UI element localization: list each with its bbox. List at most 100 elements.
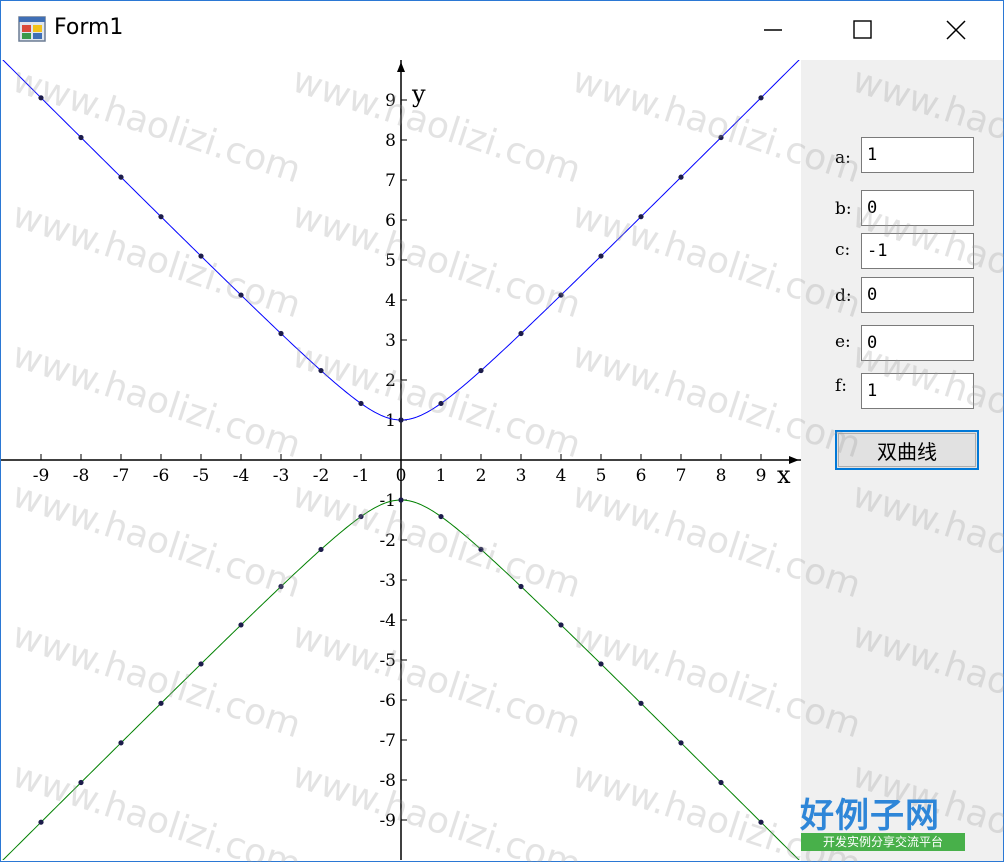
data-point xyxy=(518,330,524,337)
x-tick-label: -6 xyxy=(153,466,170,486)
param-label-b: b: xyxy=(835,199,852,219)
data-point xyxy=(118,174,124,180)
y-tick-label: -8 xyxy=(379,771,396,791)
data-point xyxy=(158,214,164,220)
parameter-panel: a: 1 b: 0 c: -1 d: 0 e: 0 f: 1 双曲线 xyxy=(801,60,1003,861)
x-tick-label: 4 xyxy=(556,466,567,486)
window-title: Form1 xyxy=(54,15,124,40)
param-input-c[interactable]: -1 xyxy=(861,233,974,269)
y-tick-label: 1 xyxy=(385,411,396,431)
data-point xyxy=(598,661,604,667)
data-point xyxy=(758,819,764,825)
x-tick-label: 9 xyxy=(756,466,767,486)
y-tick-label: 5 xyxy=(385,251,396,271)
y-tick-label: -2 xyxy=(379,531,396,551)
data-point xyxy=(718,134,724,141)
y-tick-label: 7 xyxy=(385,171,396,191)
param-label-a: a: xyxy=(835,148,851,168)
param-input-f[interactable]: 1 xyxy=(861,373,974,409)
data-point xyxy=(398,497,404,503)
y-tick-label: 8 xyxy=(385,131,396,151)
x-tick-label: -3 xyxy=(273,466,290,486)
data-point xyxy=(278,583,284,590)
data-point xyxy=(638,214,644,220)
y-tick-label: 6 xyxy=(385,211,396,231)
x-tick-label: -4 xyxy=(233,466,250,486)
x-tick-label: -5 xyxy=(193,466,210,486)
title-bar[interactable]: Form1 xyxy=(1,1,1003,60)
x-tick-label: 2 xyxy=(476,466,487,486)
data-point xyxy=(38,95,44,101)
param-input-a[interactable]: 1 xyxy=(861,137,974,173)
data-point xyxy=(198,253,204,259)
data-point xyxy=(438,513,444,520)
data-point xyxy=(78,134,84,141)
y-tick-label: 9 xyxy=(385,91,396,111)
y-tick-label: 4 xyxy=(385,291,396,311)
data-point xyxy=(518,583,524,590)
data-point xyxy=(278,330,284,337)
data-point xyxy=(118,740,124,746)
data-point xyxy=(358,400,364,407)
data-point xyxy=(558,622,564,628)
data-point xyxy=(638,700,644,706)
data-point xyxy=(438,400,444,407)
param-label-f: f: xyxy=(835,376,848,396)
data-point xyxy=(318,546,324,553)
data-point xyxy=(158,700,164,706)
y-tick-label: 3 xyxy=(385,331,396,351)
y-tick-label: -6 xyxy=(379,691,396,711)
param-label-c: c: xyxy=(835,240,851,260)
data-point xyxy=(198,661,204,667)
maximize-icon xyxy=(853,20,872,39)
y-tick-label: -9 xyxy=(379,811,396,831)
x-tick-label: -7 xyxy=(113,466,130,486)
x-tick-label: 3 xyxy=(516,466,527,486)
y-tick-label: 2 xyxy=(385,371,396,391)
data-point xyxy=(78,779,84,786)
param-label-e: e: xyxy=(835,332,851,352)
minimize-icon xyxy=(764,29,782,31)
data-point xyxy=(758,95,764,101)
data-point xyxy=(38,819,44,825)
hyperbola-plot: -9 -8 -7 -6 -5 -4 -3 -2 -1 0 1 2 3 4 5 6 7 8 9 -9 -8 -7 -6 -5 -4… xyxy=(1,60,801,860)
data-point xyxy=(318,367,324,374)
y-tick-label: -3 xyxy=(379,571,396,591)
data-point xyxy=(238,622,244,628)
site-logo: 好例子网 开发实例分享交流平台 xyxy=(800,788,968,854)
x-tick-label: -8 xyxy=(73,466,90,486)
app-icon xyxy=(18,16,46,42)
param-input-b[interactable]: 0 xyxy=(861,190,974,226)
x-axis-label: x xyxy=(777,461,791,489)
param-input-d[interactable]: 0 xyxy=(861,277,974,313)
form-window: Form1 -9 -8 -7 -6 -5 -4 -3 -2 -1 0 1 2 3 4 5 6 7 8 9 -9 -8 -7… xyxy=(0,0,1004,862)
param-label-d: d: xyxy=(835,286,852,306)
data-point xyxy=(718,779,724,786)
data-point xyxy=(478,367,484,374)
param-input-e[interactable]: 0 xyxy=(861,325,974,361)
x-tick-label: 8 xyxy=(716,466,727,486)
data-point xyxy=(358,513,364,520)
logo-sub-text: 开发实例分享交流平台 xyxy=(801,833,965,851)
y-axis-arrow xyxy=(397,62,405,72)
data-point xyxy=(398,417,404,423)
minimize-button[interactable] xyxy=(727,1,819,59)
data-point xyxy=(478,546,484,553)
x-tick-label: 5 xyxy=(596,466,607,486)
x-tick-label: -2 xyxy=(313,466,330,486)
close-button[interactable] xyxy=(910,1,1002,59)
y-tick-label: -7 xyxy=(379,731,396,751)
x-tick-label: 1 xyxy=(436,466,447,486)
maximize-button[interactable] xyxy=(817,1,909,59)
data-point xyxy=(598,253,604,259)
data-point xyxy=(558,292,564,298)
y-tick-label: -5 xyxy=(379,651,396,671)
x-tick-label: -9 xyxy=(33,466,50,486)
y-tick-label: -4 xyxy=(379,611,396,631)
x-tick-label: 6 xyxy=(636,466,647,486)
hyperbola-button[interactable]: 双曲线 xyxy=(835,430,979,470)
logo-main-text: 好例子网 xyxy=(800,796,940,836)
x-tick-label: 0 xyxy=(396,466,407,486)
x-tick-label: 7 xyxy=(676,466,687,486)
data-point xyxy=(678,174,684,180)
